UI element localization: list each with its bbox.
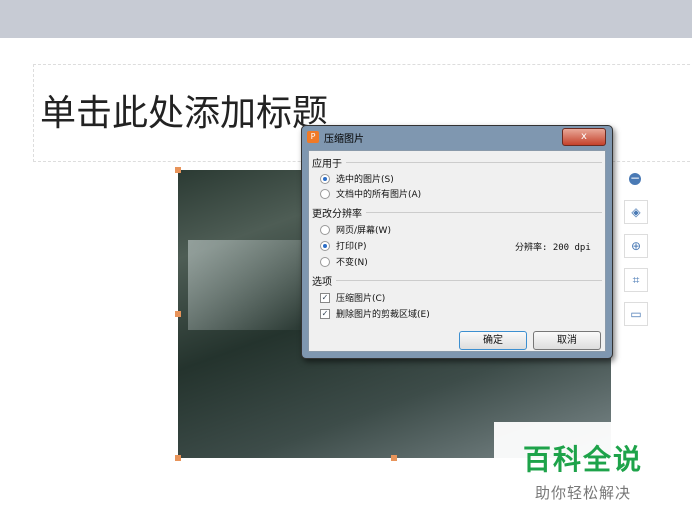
options-label: 选项 bbox=[312, 277, 332, 288]
compress-pictures-dialog: P 压缩图片 x 应用于 选中的图片(S) 文档中的所有图片(A) 更改分辨率 网… bbox=[301, 125, 613, 359]
resize-handle[interactable] bbox=[391, 455, 397, 461]
dialog-title: 压缩图片 bbox=[324, 133, 364, 145]
app-icon: P bbox=[307, 131, 319, 143]
collapse-icon[interactable]: − bbox=[624, 168, 646, 190]
resolution-readout: 分辨率: 200 dpi bbox=[515, 243, 591, 253]
resolution-label: 更改分辨率 bbox=[312, 209, 362, 220]
radio-unchanged[interactable]: 不变(N) bbox=[320, 255, 368, 268]
radio-web-screen[interactable]: 网页/屏幕(W) bbox=[320, 223, 391, 236]
picture-side-toolbar: − ◈ ⊕ ⌗ ▭ bbox=[624, 168, 650, 336]
checkbox-compress[interactable]: ✓ 压缩图片(C) bbox=[320, 291, 385, 304]
picture-frame-icon[interactable]: ▭ bbox=[624, 302, 648, 326]
light-beam bbox=[188, 240, 318, 330]
watermark: 百科全说 助你轻松解决 bbox=[494, 422, 672, 502]
watermark-subtitle: 助你轻松解决 bbox=[534, 484, 631, 502]
zoom-in-icon[interactable]: ⊕ bbox=[624, 234, 648, 258]
resize-handle[interactable] bbox=[175, 455, 181, 461]
top-toolbar-area bbox=[0, 0, 692, 38]
radio-selected-pictures[interactable]: 选中的图片(S) bbox=[320, 172, 394, 185]
layers-icon[interactable]: ◈ bbox=[624, 200, 648, 224]
cancel-button[interactable]: 取消 bbox=[533, 331, 601, 350]
slide-title-placeholder[interactable]: 单击此处添加标题 bbox=[40, 84, 328, 136]
apply-to-label: 应用于 bbox=[312, 159, 342, 170]
resize-handle[interactable] bbox=[175, 167, 181, 173]
crop-icon[interactable]: ⌗ bbox=[624, 268, 648, 292]
radio-print[interactable]: 打印(P) bbox=[320, 239, 366, 252]
resize-handle[interactable] bbox=[175, 311, 181, 317]
checkbox-delete-cropped[interactable]: ✓ 删除图片的剪裁区域(E) bbox=[320, 307, 430, 320]
watermark-title: 百科全说 bbox=[522, 443, 643, 476]
close-button[interactable]: x bbox=[562, 128, 606, 146]
radio-all-pictures[interactable]: 文档中的所有图片(A) bbox=[320, 187, 421, 200]
ok-button[interactable]: 确定 bbox=[459, 331, 527, 350]
